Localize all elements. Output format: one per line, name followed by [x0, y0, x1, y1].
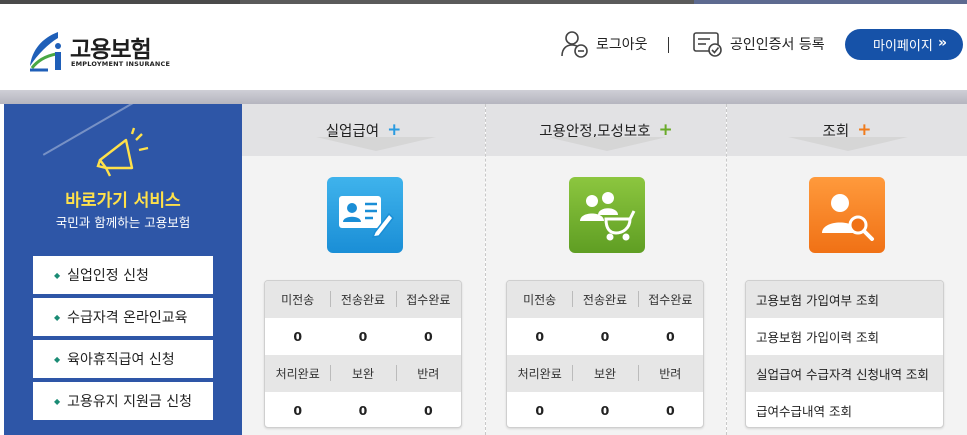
status-label: 접수완료	[637, 281, 703, 318]
header-divider-band	[0, 90, 967, 104]
icon-shadow	[788, 137, 908, 151]
status-label: 반려	[395, 355, 461, 392]
logout-label: 로그아웃	[596, 37, 648, 53]
inquiry-icon-tile[interactable]	[809, 177, 885, 253]
certificate-icon	[693, 32, 722, 57]
status-label: 보완	[572, 355, 637, 392]
status-count[interactable]: 0	[265, 392, 330, 427]
logo-subtext: EMPLOYMENT INSURANCE	[71, 60, 171, 68]
status-count[interactable]: 0	[638, 392, 703, 427]
logo-mark-icon	[30, 32, 61, 72]
status-label: 전송완료	[572, 281, 637, 318]
status-label: 미전송	[523, 293, 557, 307]
status-count[interactable]: 0	[572, 318, 637, 355]
inquiry-link-membership-history[interactable]: 고용보험 가입이력 조회	[746, 318, 943, 355]
status-count[interactable]: 0	[507, 392, 572, 427]
megaphone-icon	[96, 127, 149, 177]
site-logo[interactable]: 고용보험 EMPLOYMENT INSURANCE	[28, 30, 171, 74]
employment-stability-icon-tile[interactable]	[569, 177, 645, 253]
site-header: 고용보험 EMPLOYMENT INSURANCE 로그아웃 공인인증서 등록 …	[0, 4, 967, 90]
quick-link-unemployment-recognition[interactable]: 실업인정 신청	[33, 256, 213, 294]
inquiry-link-benefit-receipt[interactable]: 급여수급내역 조회	[746, 392, 943, 427]
id-card-edit-icon	[339, 196, 394, 238]
mypage-button[interactable]: 마이페이지 »	[845, 29, 963, 60]
logo-text: 고용보험	[70, 37, 152, 63]
family-stroller-icon	[580, 192, 636, 241]
unemployment-icon-tile[interactable]	[327, 177, 403, 253]
status-label: 처리완료	[275, 367, 320, 381]
status-count[interactable]: 0	[638, 318, 703, 355]
employment-stability-status-box: 미전송 전송완료 접수완료 0 0 0 처리완료 보완 반려 0 0 0	[506, 280, 704, 428]
status-label: 보완	[330, 355, 395, 392]
status-label: 접수완료	[395, 281, 461, 318]
quick-link-parental-leave[interactable]: 육아휴직급여 신청	[33, 340, 213, 378]
cert-register-link[interactable]: 공인인증서 등록	[692, 28, 825, 60]
cert-label: 공인인증서 등록	[730, 37, 825, 53]
icon-shadow	[547, 137, 667, 151]
logout-user-icon	[561, 31, 588, 58]
inquiry-link-membership-status[interactable]: 고용보험 가입여부 조회	[746, 281, 943, 318]
logout-link[interactable]: 로그아웃	[560, 28, 648, 60]
double-chevron-right-icon: »	[937, 35, 947, 51]
status-count[interactable]: 0	[396, 392, 461, 427]
inquiry-link-qualification-application[interactable]: 실업급여 수급자격 신청내역 조회	[746, 355, 943, 392]
status-count[interactable]: 0	[396, 318, 461, 355]
icon-shadow	[316, 137, 436, 151]
quick-link-employment-retention[interactable]: 고용유지 지원금 신청	[33, 382, 213, 420]
quick-service-panel: 바로가기 서비스 국민과 함께하는 고용보험 실업인정 신청 수급자격 온라인교…	[4, 104, 242, 435]
status-count[interactable]: 0	[507, 318, 572, 355]
status-count[interactable]: 0	[330, 318, 395, 355]
status-count[interactable]: 0	[572, 392, 637, 427]
inquiry-links-box: 고용보험 가입여부 조회 고용보험 가입이력 조회 실업급여 수급자격 신청내역…	[745, 280, 944, 428]
quick-service-subtitle: 국민과 함께하는 고용보험	[55, 215, 191, 230]
status-label: 미전송	[281, 293, 315, 307]
mypage-label: 마이페이지	[873, 39, 933, 54]
status-label: 반려	[637, 355, 703, 392]
quick-service-title: 바로가기 서비스	[65, 191, 181, 211]
unemployment-status-box: 미전송 전송완료 접수완료 0 0 0 처리완료 보완 반려 0 0 0	[264, 280, 462, 428]
quick-link-online-education[interactable]: 수급자격 온라인교육	[33, 298, 213, 336]
header-separator	[668, 37, 669, 53]
status-label: 처리완료	[517, 367, 562, 381]
status-label: 전송완료	[330, 281, 395, 318]
user-search-icon	[822, 194, 874, 241]
status-count[interactable]: 0	[265, 318, 330, 355]
status-count[interactable]: 0	[330, 392, 395, 427]
